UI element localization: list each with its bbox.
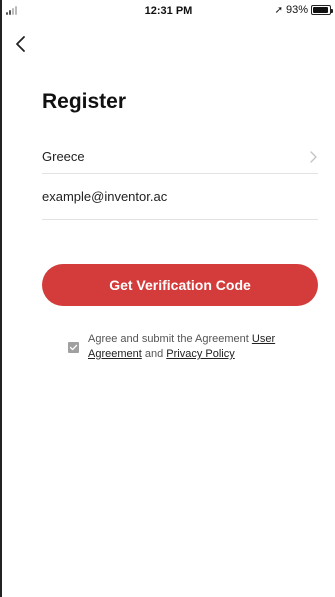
battery-fill	[313, 7, 328, 13]
status-bar: 12:31 PM ➚ 93%	[2, 0, 335, 22]
email-field-row	[42, 173, 318, 220]
agreement-checkbox[interactable]	[68, 342, 79, 353]
agreement-and: and	[141, 348, 167, 360]
get-verification-code-button[interactable]: Get Verification Code	[42, 264, 318, 306]
chevron-left-icon	[16, 36, 25, 52]
agreement-text: Agree and submit the Agreement User Agre…	[88, 332, 318, 362]
back-button[interactable]	[14, 34, 34, 54]
privacy-policy-link[interactable]: Privacy Policy	[166, 348, 234, 360]
chevron-right-icon	[310, 150, 317, 163]
page-title: Register	[42, 90, 127, 113]
battery-status: ➚ 93%	[274, 4, 333, 16]
email-field[interactable]	[42, 188, 318, 204]
battery-percent: 93%	[285, 4, 308, 16]
country-value: Greece	[42, 149, 85, 164]
battery-icon	[311, 5, 333, 15]
location-arrow-icon: ➚	[274, 4, 283, 16]
country-selector[interactable]: Greece	[42, 140, 318, 174]
agreement-prefix: Agree and submit the Agreement	[88, 333, 252, 345]
checkmark-icon	[69, 344, 78, 351]
register-screen: 12:31 PM ➚ 93% Register Greece Get Verif…	[0, 0, 335, 597]
